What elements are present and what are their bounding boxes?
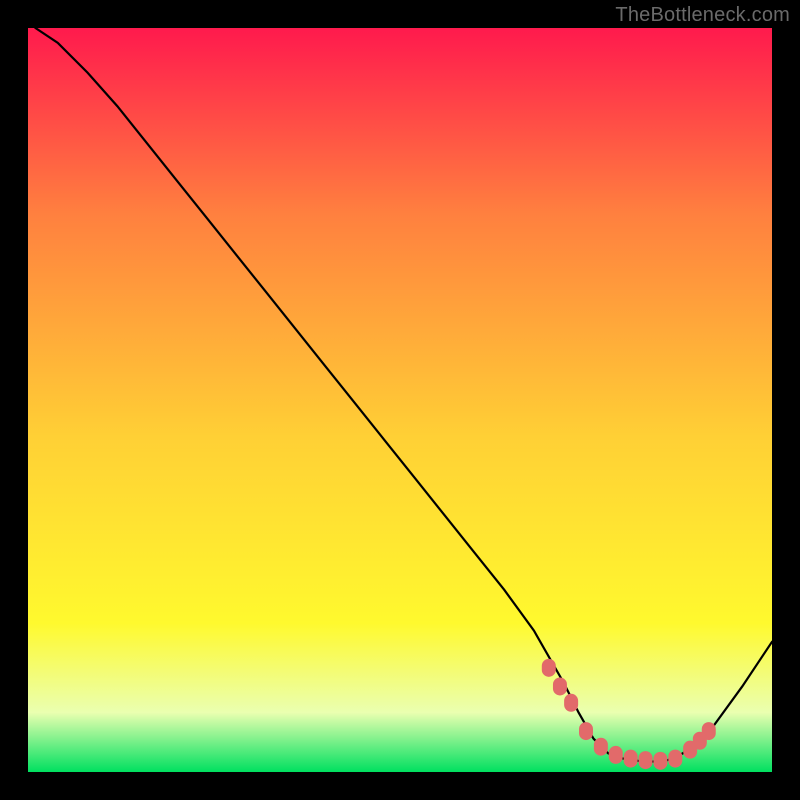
watermark-text: TheBottleneck.com: [615, 4, 790, 27]
marker-dot: [702, 722, 716, 740]
marker-dot: [609, 746, 623, 764]
marker-dot: [579, 722, 593, 740]
plot-area: [28, 28, 772, 772]
marker-dot: [639, 751, 653, 769]
marker-dot: [668, 750, 682, 768]
marker-dot: [553, 677, 567, 695]
marker-dot: [564, 694, 578, 712]
chart-frame: TheBottleneck.com: [0, 0, 800, 800]
marker-dot: [653, 752, 667, 770]
marker-dot: [624, 750, 638, 768]
marker-dot: [542, 659, 556, 677]
marker-dot: [594, 738, 608, 756]
gradient-background: [28, 28, 772, 772]
bottleneck-chart: [28, 28, 772, 772]
